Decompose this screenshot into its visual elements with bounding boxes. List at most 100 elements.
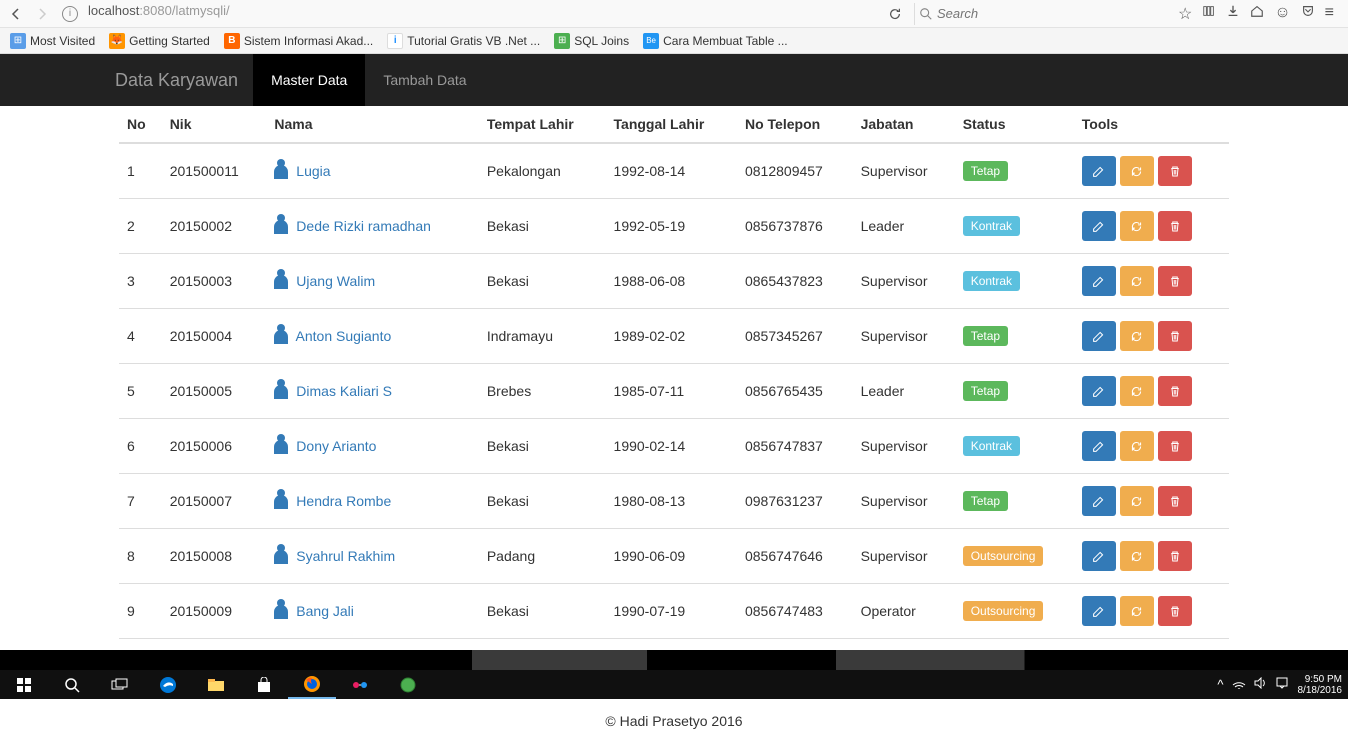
employee-link[interactable]: Anton Sugianto bbox=[274, 328, 391, 344]
url-bar[interactable]: localhost:8080/latmysqli/ bbox=[84, 3, 852, 25]
tray-volume-icon[interactable] bbox=[1254, 677, 1268, 692]
cell-tools bbox=[1074, 474, 1229, 529]
menu-icon[interactable]: ≡ bbox=[1325, 4, 1334, 24]
refresh-button[interactable] bbox=[1120, 376, 1154, 406]
back-button[interactable] bbox=[6, 4, 26, 24]
edit-button[interactable] bbox=[1082, 596, 1116, 626]
cell-nik: 20150002 bbox=[162, 199, 267, 254]
edit-button[interactable] bbox=[1082, 321, 1116, 351]
delete-button[interactable] bbox=[1158, 541, 1192, 571]
home-icon[interactable] bbox=[1250, 4, 1264, 24]
cell-nik: 20150005 bbox=[162, 364, 267, 419]
tray-action-center-icon[interactable] bbox=[1276, 677, 1288, 692]
bookmark-getting-started[interactable]: 🦊Getting Started bbox=[109, 33, 210, 49]
employee-link[interactable]: Dimas Kaliari S bbox=[274, 383, 392, 399]
pocket-icon[interactable] bbox=[1301, 4, 1315, 24]
table-row: 1 201500011 Lugia Pekalongan 1992-08-14 … bbox=[119, 143, 1229, 199]
person-icon bbox=[274, 385, 288, 399]
refresh-button[interactable] bbox=[1120, 321, 1154, 351]
delete-button[interactable] bbox=[1158, 211, 1192, 241]
system-tray[interactable]: ^ bbox=[1217, 677, 1287, 692]
app-icon-1[interactable] bbox=[336, 670, 384, 699]
th-tools: Tools bbox=[1074, 106, 1229, 143]
refresh-button[interactable] bbox=[1120, 211, 1154, 241]
tray-chevron-icon[interactable]: ^ bbox=[1217, 677, 1223, 692]
person-icon bbox=[274, 605, 288, 619]
status-badge: Tetap bbox=[963, 161, 1008, 181]
delete-button[interactable] bbox=[1158, 321, 1192, 351]
employee-link[interactable]: Hendra Rombe bbox=[274, 493, 391, 509]
delete-button[interactable] bbox=[1158, 266, 1192, 296]
edit-button[interactable] bbox=[1082, 541, 1116, 571]
employee-link[interactable]: Bang Jali bbox=[274, 603, 353, 619]
smile-icon[interactable]: ☺ bbox=[1274, 4, 1290, 24]
delete-button[interactable] bbox=[1158, 596, 1192, 626]
refresh-button[interactable] bbox=[1120, 541, 1154, 571]
edit-button[interactable] bbox=[1082, 156, 1116, 186]
download-icon[interactable] bbox=[1226, 4, 1240, 24]
th-telp: No Telepon bbox=[737, 106, 853, 143]
reload-button[interactable] bbox=[888, 7, 908, 21]
cell-tools bbox=[1074, 419, 1229, 474]
edit-button[interactable] bbox=[1082, 431, 1116, 461]
bookmark-sql-joins[interactable]: ⊞SQL Joins bbox=[554, 33, 629, 49]
edit-button[interactable] bbox=[1082, 376, 1116, 406]
status-badge: Outsourcing bbox=[963, 601, 1044, 621]
bookmark-tutorial-vb[interactable]: iTutorial Gratis VB .Net ... bbox=[387, 33, 540, 49]
search-box[interactable] bbox=[914, 3, 1164, 25]
delete-button[interactable] bbox=[1158, 376, 1192, 406]
employee-link[interactable]: Dede Rizki ramadhan bbox=[274, 218, 431, 234]
cell-no: 5 bbox=[119, 364, 162, 419]
delete-button[interactable] bbox=[1158, 156, 1192, 186]
library-icon[interactable] bbox=[1202, 4, 1216, 24]
star-icon[interactable]: ☆ bbox=[1178, 4, 1192, 24]
nav-master-data[interactable]: Master Data bbox=[253, 54, 365, 106]
refresh-button[interactable] bbox=[1120, 596, 1154, 626]
tray-network-icon[interactable] bbox=[1232, 677, 1246, 692]
browser-toolbar: i localhost:8080/latmysqli/ ☆ ☺ ≡ bbox=[0, 0, 1348, 28]
bookmark-sistem[interactable]: BSistem Informasi Akad... bbox=[224, 33, 373, 49]
delete-button[interactable] bbox=[1158, 431, 1192, 461]
nav-tambah-data[interactable]: Tambah Data bbox=[365, 54, 484, 106]
store-icon[interactable] bbox=[240, 670, 288, 699]
table-row: 2 20150002 Dede Rizki ramadhan Bekasi 19… bbox=[119, 199, 1229, 254]
cell-nama: Anton Sugianto bbox=[266, 309, 478, 364]
brand[interactable]: Data Karyawan bbox=[100, 54, 253, 106]
forward-button[interactable] bbox=[32, 4, 52, 24]
bookmark-cara-membuat[interactable]: BeCara Membuat Table ... bbox=[643, 33, 788, 49]
bookmark-most-visited[interactable]: ⊞Most Visited bbox=[10, 33, 95, 49]
task-view[interactable] bbox=[96, 670, 144, 699]
employee-link[interactable]: Ujang Walim bbox=[274, 273, 375, 289]
app-icon-2[interactable] bbox=[384, 670, 432, 699]
employee-link[interactable]: Dony Arianto bbox=[274, 438, 376, 454]
refresh-button[interactable] bbox=[1120, 156, 1154, 186]
cell-status: Tetap bbox=[955, 143, 1074, 199]
taskbar-clock[interactable]: 9:50 PM 8/18/2016 bbox=[1298, 674, 1343, 696]
cell-status: Kontrak bbox=[955, 199, 1074, 254]
delete-button[interactable] bbox=[1158, 486, 1192, 516]
start-button[interactable] bbox=[0, 670, 48, 699]
employee-link[interactable]: Lugia bbox=[274, 163, 330, 179]
cell-tgl: 1989-02-02 bbox=[606, 309, 737, 364]
th-tgl: Tanggal Lahir bbox=[606, 106, 737, 143]
background-band bbox=[0, 650, 1348, 670]
cell-tempat: Brebes bbox=[479, 364, 606, 419]
cortana-search[interactable] bbox=[48, 670, 96, 699]
refresh-button[interactable] bbox=[1120, 486, 1154, 516]
firefox-icon[interactable] bbox=[288, 670, 336, 699]
refresh-button[interactable] bbox=[1120, 431, 1154, 461]
th-nik: Nik bbox=[162, 106, 267, 143]
edit-button[interactable] bbox=[1082, 266, 1116, 296]
edit-button[interactable] bbox=[1082, 486, 1116, 516]
edge-icon[interactable] bbox=[144, 670, 192, 699]
employee-link[interactable]: Syahrul Rakhim bbox=[274, 548, 395, 564]
cell-nama: Lugia bbox=[266, 143, 478, 199]
edit-button[interactable] bbox=[1082, 211, 1116, 241]
identity-icon[interactable]: i bbox=[62, 6, 78, 22]
search-input[interactable] bbox=[937, 6, 1160, 21]
file-explorer-icon[interactable] bbox=[192, 670, 240, 699]
refresh-button[interactable] bbox=[1120, 266, 1154, 296]
cell-tools bbox=[1074, 309, 1229, 364]
cell-tools bbox=[1074, 143, 1229, 199]
table-row: 7 20150007 Hendra Rombe Bekasi 1980-08-1… bbox=[119, 474, 1229, 529]
